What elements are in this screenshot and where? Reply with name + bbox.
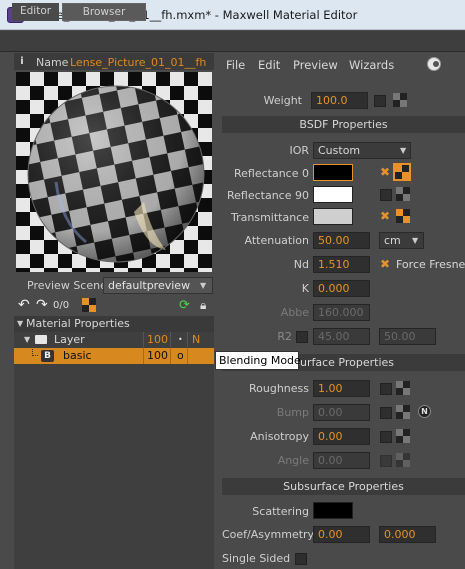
scattering-label: Scattering	[252, 505, 309, 518]
abbe-label: Abbe	[280, 306, 309, 319]
ior-select[interactable]: Custom	[313, 142, 411, 159]
chevron-down-icon: ▼	[200, 281, 207, 290]
transmittance-texture-enabled-icon[interactable]: ✖	[380, 209, 390, 223]
k-label: K	[301, 282, 309, 295]
render-counter: 0/0	[53, 300, 70, 311]
weight-texture-icon[interactable]	[393, 93, 407, 107]
reflectance0-texture-enabled-icon[interactable]: ✖	[380, 165, 390, 179]
normal-map-icon[interactable]: N	[418, 405, 431, 418]
bsdf-label: basic	[63, 349, 92, 362]
angle-texture-checkbox[interactable]	[380, 455, 392, 467]
menu-file[interactable]: File	[226, 58, 245, 72]
r2-label: R2	[277, 330, 292, 343]
nd-field[interactable]: 1.510	[313, 256, 370, 273]
transmittance-label: Transmittance	[231, 211, 309, 224]
tree-row-layer[interactable]: ▼ Layer 100 • N	[14, 332, 214, 348]
anisotropy-texture-icon[interactable]	[396, 429, 410, 443]
weight-field[interactable]: 100.0	[311, 92, 368, 109]
layer-blend-mode[interactable]: N	[192, 332, 200, 348]
attenuation-label: Attenuation	[244, 234, 309, 247]
single-sided-label: Single Sided	[222, 552, 291, 565]
r2-checkbox[interactable]	[296, 331, 308, 343]
bsdf-badge: B	[41, 350, 54, 362]
reflectance90-color-swatch[interactable]	[313, 186, 353, 203]
bump-texture-icon[interactable]	[396, 405, 410, 419]
material-preview[interactable]	[16, 72, 212, 272]
tree-header-material-properties[interactable]: ▼ Material Properties	[14, 316, 214, 332]
attenuation-field[interactable]: 50.00	[313, 232, 370, 249]
tab-bar	[0, 31, 465, 52]
reflectance90-texture-checkbox[interactable]	[380, 189, 392, 201]
coef-asymmetry-label: Coef/Asymmetry	[222, 528, 315, 541]
tab-browser[interactable]: Browser	[62, 3, 146, 21]
nd-label: Nd	[293, 258, 309, 271]
info-icon[interactable]: i	[17, 56, 27, 67]
layer-blend-dot-icon[interactable]: •	[178, 332, 183, 348]
tree-row-basic[interactable]: B basic 100 o	[14, 348, 214, 364]
ior-label: IOR	[289, 144, 309, 157]
force-fresnel-checkbox[interactable]: ✖	[380, 257, 390, 271]
reflectance90-texture-icon[interactable]	[396, 187, 410, 201]
r2-field-2[interactable]: 50.00	[379, 328, 436, 345]
k-field[interactable]: 0.000	[313, 280, 370, 297]
anisotropy-texture-checkbox[interactable]	[380, 431, 392, 443]
reflectance0-texture-icon[interactable]	[393, 163, 411, 181]
bsdf-weight[interactable]: 100	[147, 348, 168, 364]
r2-field-1[interactable]: 45.00	[313, 328, 370, 345]
reflectance90-label: Reflectance 90	[227, 189, 309, 202]
coef-field[interactable]: 0.00	[313, 526, 370, 543]
folder-icon	[35, 335, 47, 344]
scattering-color-swatch[interactable]	[313, 502, 353, 519]
chevron-down-icon: ▼	[400, 146, 407, 155]
material-name-label: Name	[36, 56, 69, 69]
weight-texture-checkbox[interactable]	[374, 95, 386, 107]
expand-icon[interactable]: ▼	[24, 332, 30, 348]
transmittance-color-swatch[interactable]	[313, 208, 353, 225]
anisotropy-field[interactable]: 0.00	[313, 428, 370, 445]
subsurface-properties-header[interactable]: Subsurface Properties	[222, 478, 465, 495]
angle-texture-icon[interactable]	[396, 453, 410, 467]
layer-label: Layer	[54, 333, 85, 346]
roughness-field[interactable]: 1.00	[313, 380, 370, 397]
refresh-icon[interactable]: ⟳	[179, 298, 190, 313]
roughness-label: Roughness	[248, 382, 309, 395]
abbe-field[interactable]: 160.000	[313, 304, 370, 321]
bump-texture-checkbox[interactable]	[380, 407, 392, 419]
menu-preview[interactable]: Preview	[293, 58, 338, 72]
wizard-sphere-icon[interactable]	[427, 57, 441, 71]
lock-icon[interactable]: 🔒︎	[200, 298, 206, 313]
layer-weight[interactable]: 100	[147, 332, 168, 348]
roughness-texture-icon[interactable]	[396, 381, 410, 395]
chevron-down-icon: ▼	[412, 236, 419, 245]
redo-icon[interactable]: ↷	[36, 297, 48, 313]
blending-mode-tooltip: Blending Mode	[215, 351, 301, 370]
tab-editor[interactable]: Editor	[12, 3, 60, 21]
preview-scene-select[interactable]: defaultpreview	[103, 277, 213, 294]
bump-label: Bump	[276, 406, 309, 419]
reflectance0-color-swatch[interactable]	[313, 164, 353, 181]
preview-scene-label: Preview Scene	[27, 279, 107, 292]
force-fresnel-label: Force Fresnel	[396, 258, 465, 271]
menu-edit[interactable]: Edit	[258, 58, 280, 72]
reflectance0-label: Reflectance 0	[234, 167, 309, 180]
anisotropy-label: Anisotropy	[250, 430, 309, 443]
bsdf-properties-header[interactable]: BSDF Properties	[222, 116, 465, 133]
texture-checker-icon[interactable]	[82, 298, 96, 312]
tree-header-label: Material Properties	[26, 317, 130, 330]
asymmetry-field[interactable]: 0.000	[379, 526, 436, 543]
undo-icon[interactable]: ↶	[18, 297, 30, 313]
transmittance-texture-icon[interactable]	[396, 209, 410, 223]
angle-label: Angle	[277, 454, 309, 467]
roughness-texture-checkbox[interactable]	[380, 383, 392, 395]
bsdf-blend-toggle[interactable]: o	[177, 348, 184, 364]
material-name-field[interactable]: Lense_Picture_01_01__fh	[70, 56, 206, 69]
bump-field[interactable]: 0.00	[313, 404, 370, 421]
angle-field[interactable]: 0.00	[313, 452, 370, 469]
weight-label: Weight	[263, 94, 302, 107]
menu-wizards[interactable]: Wizards	[349, 58, 394, 72]
single-sided-checkbox[interactable]	[295, 553, 307, 565]
